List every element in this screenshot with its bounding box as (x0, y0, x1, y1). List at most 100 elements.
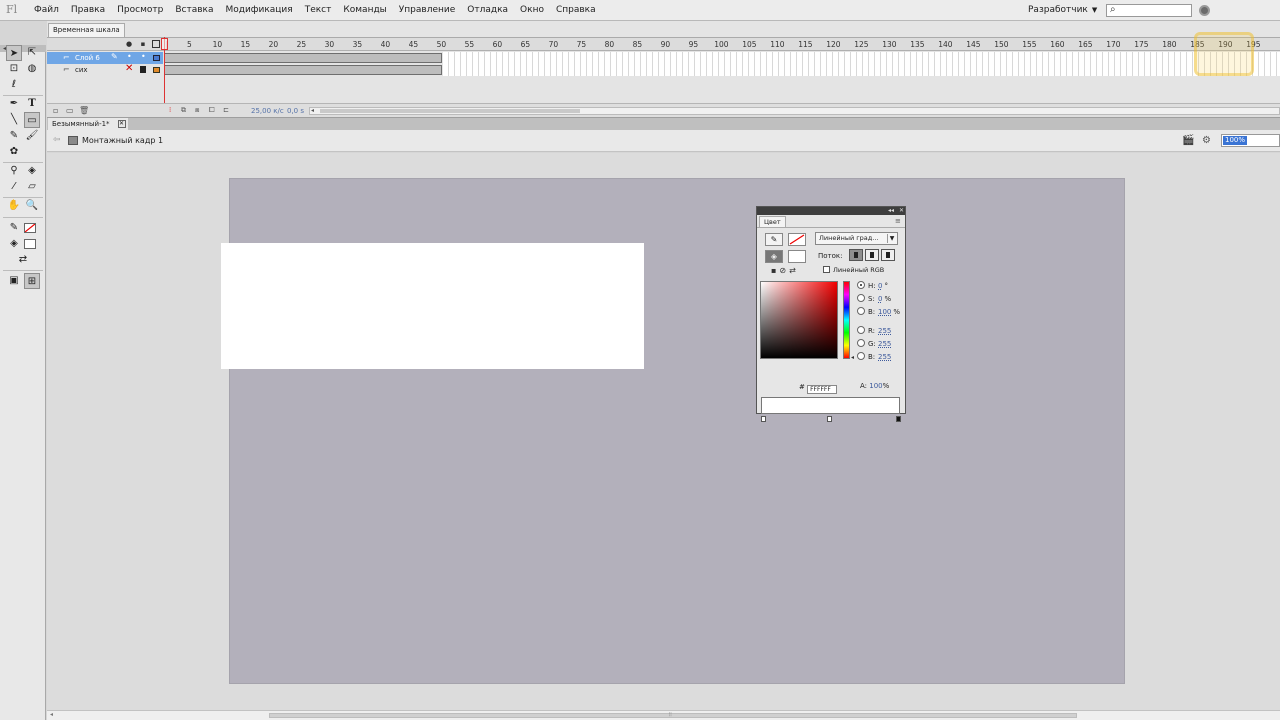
menu-item[interactable]: Модификация (219, 0, 298, 21)
outline-icon[interactable] (152, 40, 160, 48)
color-tab[interactable]: Цвет (759, 216, 786, 227)
color-field-value[interactable]: 255 (878, 340, 891, 348)
menu-item[interactable]: Справка (550, 0, 602, 21)
gradient-stop-icon[interactable] (896, 416, 901, 422)
new-layer-icon[interactable]: ▫ (53, 106, 58, 115)
gradient-stop-icon[interactable] (827, 416, 832, 422)
back-arrow-icon[interactable]: ⇦ (53, 135, 61, 145)
subselection-tool-icon[interactable]: ⇱ (24, 45, 40, 61)
eye-icon[interactable]: ● (125, 40, 133, 48)
linear-rgb-checkbox[interactable]: Линейный RGB (823, 266, 884, 274)
object-drawing-icon[interactable]: ▣ (6, 273, 22, 289)
stroke-color-button[interactable]: ✎ (765, 233, 783, 246)
scene-label[interactable]: Монтажный кадр 1 (82, 136, 163, 145)
menu-item[interactable]: Просмотр (111, 0, 169, 21)
onion-skin-icon[interactable]: ⧉ (181, 106, 186, 115)
delete-layer-icon[interactable]: 🗑 (79, 106, 89, 115)
center-frame-icon[interactable]: ⁞ (169, 106, 171, 114)
pen-tool-icon[interactable]: ✒ (6, 96, 22, 112)
layer-color-icon[interactable] (153, 55, 160, 61)
close-icon[interactable]: ✕ (899, 207, 904, 215)
frame-span[interactable] (164, 65, 442, 75)
fill-type-dropdown[interactable]: Линейный град... ▼ (815, 232, 898, 245)
onion-markers-icon[interactable]: ⊏ (223, 106, 229, 114)
hidden-x-icon[interactable]: ✕ (125, 63, 133, 74)
eyedropper-tool-icon[interactable]: ⁄ (6, 179, 22, 195)
alpha-field[interactable]: A: 100% (860, 382, 889, 390)
snap-to-objects-icon[interactable]: ⊞ (24, 273, 40, 289)
gradient-preview-bar[interactable] (761, 397, 900, 414)
hand-tool-icon[interactable]: ✋ (6, 198, 22, 214)
menu-item[interactable]: Команды (337, 0, 392, 21)
zoom-field[interactable]: 100% (1221, 134, 1280, 147)
horizontal-scrollbar[interactable]: ◂ ⦙⦙ (47, 710, 1280, 720)
bone-tool-icon[interactable]: ⚲ (6, 163, 22, 179)
frame-span[interactable] (164, 53, 442, 63)
brush-tool-icon[interactable]: 🖌 (24, 128, 40, 144)
color-field[interactable]: G: 255 (857, 339, 893, 349)
color-field[interactable]: R: 255 (857, 326, 893, 336)
edit-scene-icon[interactable]: 🎬 (1182, 135, 1194, 146)
cs-live-icon[interactable] (1199, 5, 1210, 16)
menu-item[interactable]: Файл (28, 0, 65, 21)
pencil-tool-icon[interactable]: ✎ (6, 128, 22, 144)
line-tool-icon[interactable]: ╲ (6, 112, 22, 128)
menu-item[interactable]: Управление (393, 0, 461, 21)
3d-rotation-tool-icon[interactable]: ◍ (24, 61, 40, 77)
hex-input[interactable]: FFFFFF (807, 385, 838, 394)
workspace-switcher[interactable]: Разработчик ▼ (1028, 5, 1097, 15)
alpha-value[interactable]: 100 (869, 382, 882, 390)
menu-item[interactable]: Текст (299, 0, 338, 21)
hue-slider[interactable] (843, 281, 850, 359)
color-field-value[interactable]: 0 (878, 295, 882, 303)
swap-colors-icon[interactable]: ⇄ (15, 252, 31, 268)
color-field-value[interactable]: 100 (878, 308, 891, 316)
zoom-tool-icon[interactable]: 🔍 (24, 198, 40, 214)
help-search[interactable]: ⌕ (1106, 4, 1192, 17)
rectangle-tool-icon[interactable]: ▭ (24, 112, 40, 128)
hex-field[interactable]: # FFFFFF (799, 383, 838, 394)
menu-item[interactable]: Окно (514, 0, 550, 21)
panel-menu-icon[interactable]: ≡ (895, 217, 901, 225)
radio-icon[interactable] (857, 281, 865, 289)
color-field-value[interactable]: 255 (878, 327, 891, 335)
layer-row[interactable]: сих ⌐ ✕ (47, 63, 1280, 76)
stroke-none-button[interactable] (788, 233, 806, 246)
onion-outline-icon[interactable]: ⧈ (195, 106, 199, 115)
menu-item[interactable]: Правка (65, 0, 111, 21)
menu-item[interactable]: Вставка (169, 0, 219, 21)
empty-frames[interactable] (443, 64, 1280, 76)
document-tab[interactable]: Безымянный-1* ✕ (48, 118, 128, 130)
scroll-left-icon[interactable]: ◂ (50, 711, 53, 718)
text-tool-icon[interactable]: T (24, 96, 40, 112)
deco-tool-icon[interactable]: ✿ (6, 144, 22, 160)
flow-extend-button[interactable] (849, 249, 863, 261)
hue-slider-handle-icon[interactable]: ◂ (851, 354, 854, 361)
radio-icon[interactable] (857, 307, 865, 315)
selection-tool-icon[interactable]: ➤ (6, 45, 22, 61)
radio-icon[interactable] (857, 294, 865, 302)
empty-frames[interactable] (443, 52, 1280, 64)
radio-icon[interactable] (857, 326, 865, 334)
free-transform-tool-icon[interactable]: ⊡ (6, 61, 22, 77)
color-field[interactable]: S: 0% (857, 294, 891, 304)
color-field-value[interactable]: 0 (878, 282, 882, 290)
timeline-scrollbar[interactable]: ◂ (309, 107, 1280, 115)
fill-color-swatch[interactable] (24, 239, 36, 249)
white-rectangle-shape[interactable] (221, 243, 644, 369)
layer-row[interactable]: Слой 6 ⌐ ✎ • • (47, 52, 1280, 64)
lasso-tool-icon[interactable]: ℓ (6, 77, 22, 93)
checkbox-icon[interactable] (823, 266, 830, 273)
visible-dot-icon[interactable]: • (127, 52, 132, 61)
lock-icon[interactable]: ▪ (139, 40, 147, 48)
gradient-stop-icon[interactable] (761, 416, 766, 422)
scroll-left-icon[interactable]: ◂ (311, 107, 314, 114)
stroke-color-swatch[interactable] (24, 223, 36, 233)
flow-repeat-button[interactable] (881, 249, 895, 261)
eraser-tool-icon[interactable]: ▱ (24, 179, 40, 195)
radio-icon[interactable] (857, 352, 865, 360)
edit-multiple-icon[interactable]: ⧠ (209, 106, 215, 115)
collapse-panel-icon[interactable]: ◂◂ (888, 207, 894, 215)
zoom-value[interactable]: 100% (1223, 136, 1248, 145)
fill-color-button[interactable]: ◈ (765, 250, 783, 263)
